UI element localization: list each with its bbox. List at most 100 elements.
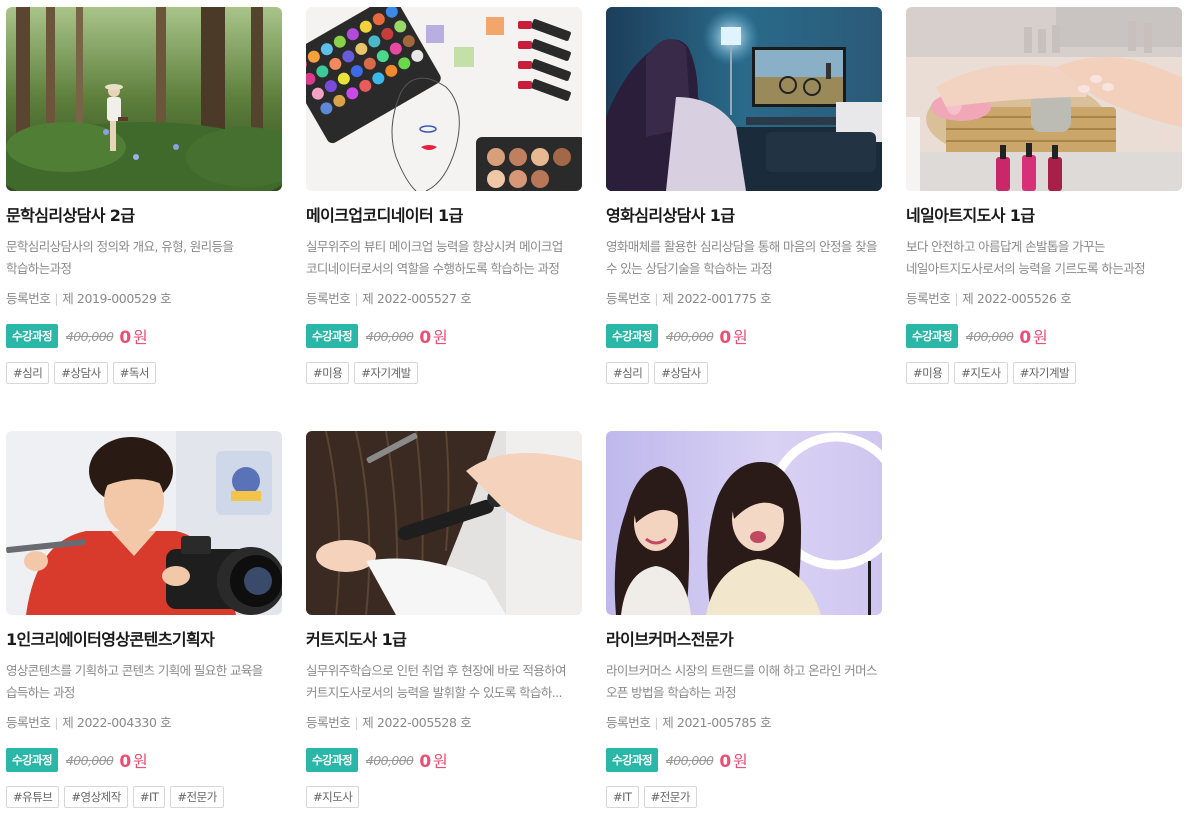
registration-number: 제 2022-001775 호 (662, 291, 772, 306)
sale-price-value: 0 (419, 752, 431, 772)
course-thumbnail[interactable] (6, 431, 282, 615)
sale-price: 0원 (419, 324, 447, 348)
tag[interactable]: #영상제작 (64, 786, 128, 808)
registration-label: 등록번호 (6, 715, 51, 730)
registration-info: 등록번호 | 제 2019-000529 호 (6, 290, 282, 308)
course-thumbnail[interactable] (606, 7, 882, 191)
divider: | (954, 291, 959, 306)
tag[interactable]: #유튜브 (6, 786, 60, 808)
movie-watching-image (606, 7, 882, 191)
original-price: 400,000 (65, 328, 114, 344)
original-price: 400,000 (665, 328, 714, 344)
course-description: 영화매체를 활용한 심리상담을 통해 마음의 안정을 찾을 수 있는 상담기술을… (606, 239, 878, 276)
course-description: 실무위주의 뷰티 메이크업 능력을 향상시켜 메이크업 코디네이터로서의 역할을… (306, 239, 563, 276)
course-title[interactable]: 메이크업코디네이터 1급 (306, 206, 582, 226)
registration-label: 등록번호 (306, 715, 351, 730)
tag[interactable]: #상담사 (654, 362, 708, 384)
divider: | (354, 291, 359, 306)
registration-label: 등록번호 (606, 291, 651, 306)
tag[interactable]: #전문가 (170, 786, 224, 808)
sale-price-value: 0 (719, 752, 731, 772)
registration-number: 제 2022-005527 호 (362, 291, 472, 306)
course-description: 보다 안전하고 아름답게 손발톱을 가꾸는 네일아트지도사로서의 능력을 기르도… (906, 239, 1146, 276)
course-type-badge: 수강과정 (306, 324, 358, 348)
registration-label: 등록번호 (606, 715, 651, 730)
tag-list: #심리 #상담사 (606, 362, 882, 384)
course-description: 실무위주학습으로 인턴 취업 후 현장에 바로 적용하여 커트지도사로서의 능력… (306, 663, 567, 700)
tag[interactable]: #자기계발 (354, 362, 418, 384)
tag[interactable]: #전문가 (643, 786, 697, 808)
course-type-badge: 수강과정 (606, 748, 658, 772)
price-row: 수강과정 400,000 0원 (906, 324, 1182, 348)
course-description: 문학심리상담사의 정의와 개요, 유형, 원리등을 학습하는과정 (6, 239, 234, 276)
course-card[interactable]: 문학심리상담사 2급 문학심리상담사의 정의와 개요, 유형, 원리등을 학습하… (6, 7, 282, 384)
course-card[interactable]: 라이브커머스전문가 라이브커머스 시장의 트랜드를 이해 하고 온라인 커머스 … (606, 431, 882, 808)
divider: | (54, 715, 59, 730)
course-title[interactable]: 라이브커머스전문가 (606, 630, 882, 650)
course-card[interactable]: 커트지도사 1급 실무위주학습으로 인턴 취업 후 현장에 바로 적용하여 커트… (306, 431, 582, 808)
sale-price: 0원 (719, 324, 747, 348)
registration-number: 제 2022-004330 호 (62, 715, 172, 730)
creator-image (6, 431, 282, 615)
course-thumbnail[interactable] (906, 7, 1182, 191)
registration-info: 등록번호 | 제 2021-005785 호 (606, 714, 882, 732)
sale-price-unit: 원 (132, 328, 148, 347)
tag[interactable]: #미용 (306, 362, 350, 384)
course-description: 라이브커머스 시장의 트랜드를 이해 하고 온라인 커머스 오픈 방법을 학습하… (606, 663, 878, 700)
course-thumbnail[interactable] (306, 431, 582, 615)
original-price: 400,000 (65, 752, 114, 768)
original-price: 400,000 (665, 752, 714, 768)
course-thumbnail[interactable] (6, 7, 282, 191)
course-title[interactable]: 문학심리상담사 2급 (6, 206, 282, 226)
sale-price: 0원 (419, 748, 447, 772)
registration-number: 제 2022-005526 호 (962, 291, 1072, 306)
course-title[interactable]: 영화심리상담사 1급 (606, 206, 882, 226)
registration-info: 등록번호 | 제 2022-005527 호 (306, 290, 582, 308)
course-card[interactable]: 네일아트지도사 1급 보다 안전하고 아름답게 손발톱을 가꾸는 네일아트지도사… (906, 7, 1182, 384)
tag-list: #유튜브 #영상제작 #IT #전문가 (6, 786, 282, 808)
divider: | (654, 715, 659, 730)
tag[interactable]: #심리 (606, 362, 650, 384)
tag-list: #미용 #자기계발 (306, 362, 582, 384)
divider: | (654, 291, 659, 306)
sale-price: 0원 (119, 324, 147, 348)
sale-price-unit: 원 (732, 328, 748, 347)
course-card[interactable]: 영화심리상담사 1급 영화매체를 활용한 심리상담을 통해 마음의 안정을 찾을… (606, 7, 882, 384)
tag[interactable]: #독서 (112, 362, 156, 384)
registration-info: 등록번호 | 제 2022-001775 호 (606, 290, 882, 308)
course-card[interactable]: 메이크업코디네이터 1급 실무위주의 뷰티 메이크업 능력을 향상시켜 메이크업… (306, 7, 582, 384)
course-card[interactable]: 1인크리에이터영상콘텐츠기획자 영상콘텐츠를 기획하고 콘텐츠 기획에 필요한 … (6, 431, 282, 808)
sale-price-value: 0 (419, 328, 431, 348)
tag-list: #미용 #지도사 #자기계발 (906, 362, 1182, 384)
tag[interactable]: #심리 (6, 362, 50, 384)
registration-number: 제 2019-000529 호 (62, 291, 172, 306)
sale-price: 0원 (719, 748, 747, 772)
tag[interactable]: #지도사 (954, 362, 1008, 384)
registration-number: 제 2022-005528 호 (362, 715, 472, 730)
course-title[interactable]: 네일아트지도사 1급 (906, 206, 1182, 226)
price-row: 수강과정 400,000 0원 (306, 324, 582, 348)
tag[interactable]: #지도사 (306, 786, 360, 808)
course-grid: 문학심리상담사 2급 문학심리상담사의 정의와 개요, 유형, 원리등을 학습하… (0, 0, 1188, 817)
sale-price-unit: 원 (1032, 328, 1048, 347)
tag[interactable]: #자기계발 (1012, 362, 1077, 384)
sale-price-value: 0 (719, 328, 731, 348)
sale-price-unit: 원 (132, 752, 148, 771)
registration-label: 등록번호 (6, 291, 51, 306)
tag[interactable]: #상담사 (54, 362, 108, 384)
course-thumbnail[interactable] (306, 7, 582, 191)
course-title[interactable]: 커트지도사 1급 (306, 630, 582, 650)
tag[interactable]: #IT (132, 786, 166, 808)
original-price: 400,000 (365, 328, 414, 344)
course-type-badge: 수강과정 (306, 748, 358, 772)
course-thumbnail[interactable] (606, 431, 882, 615)
tag[interactable]: #IT (606, 786, 639, 808)
course-title[interactable]: 1인크리에이터영상콘텐츠기획자 (6, 630, 282, 650)
tag[interactable]: #미용 (906, 362, 950, 384)
original-price: 400,000 (965, 328, 1014, 344)
course-description: 영상콘텐츠를 기획하고 콘텐츠 기획에 필요한 교육을 습득하는 과정 (6, 663, 263, 700)
original-price: 400,000 (365, 752, 414, 768)
registration-info: 등록번호 | 제 2022-005528 호 (306, 714, 582, 732)
sale-price-value: 0 (119, 752, 131, 772)
divider: | (54, 291, 59, 306)
